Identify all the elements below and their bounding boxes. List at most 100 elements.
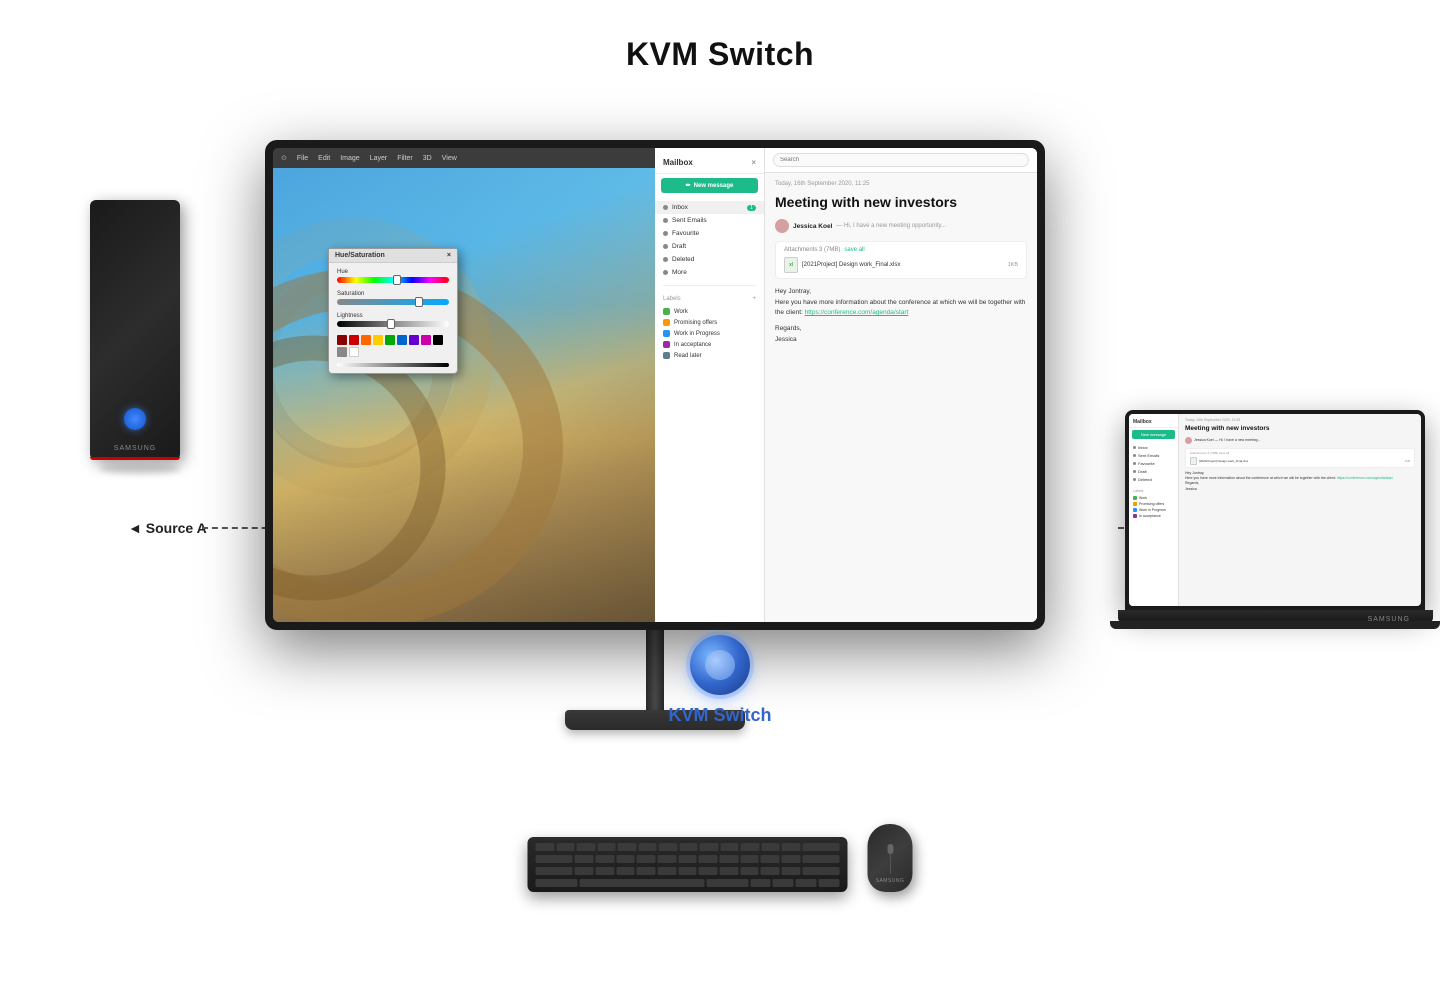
key[interactable] [796,879,817,887]
nav-draft[interactable]: Draft [655,240,764,253]
ps-menu-layer[interactable]: Layer [370,155,388,162]
saturation-thumb[interactable] [415,297,423,307]
ps-menu-file[interactable]: File [297,155,308,162]
laptop-label-acceptance[interactable]: In acceptance [1129,513,1178,519]
swatch-blue[interactable] [397,335,407,345]
kvm-switch-button[interactable] [690,635,750,695]
key[interactable] [720,867,739,875]
nav-inbox[interactable]: Inbox 1 [655,201,764,214]
conference-link[interactable]: https://conference.com/agenda/start [805,309,909,316]
key[interactable] [782,843,801,851]
key[interactable] [536,879,578,887]
laptop-new-message-button[interactable]: New message [1132,430,1175,439]
key[interactable] [740,855,759,863]
swatch-orange[interactable] [361,335,371,345]
lightness-thumb[interactable] [387,319,395,329]
hue-track[interactable] [337,277,449,283]
laptop-nav-favourite[interactable]: Favourite [1129,459,1178,467]
key[interactable] [700,843,719,851]
save-attachments-link[interactable]: save all [844,247,864,253]
key[interactable] [577,843,596,851]
new-message-button[interactable]: ✏ New message [661,178,758,193]
key[interactable] [782,855,801,863]
key[interactable] [536,855,573,863]
nav-favourite[interactable]: Favourite [655,227,764,240]
key[interactable] [536,867,573,875]
key[interactable] [618,843,637,851]
swatch-gray[interactable] [337,347,347,357]
key[interactable] [761,843,780,851]
key[interactable] [637,855,656,863]
key[interactable] [596,867,615,875]
key[interactable] [802,855,839,863]
key[interactable] [679,843,698,851]
pc-power-button[interactable] [124,408,146,430]
swatch-darkred[interactable] [337,335,347,345]
key[interactable] [802,843,839,851]
laptop-conference-link[interactable]: https://conference.com/agenda/start [1337,476,1393,480]
key[interactable] [596,855,615,863]
key[interactable] [597,843,616,851]
swatch-yellow[interactable] [373,335,383,345]
key[interactable] [773,879,794,887]
key[interactable] [720,855,739,863]
key[interactable] [575,867,594,875]
nav-more[interactable]: More [655,266,764,279]
key[interactable] [658,867,677,875]
key[interactable] [678,855,697,863]
lightness-track[interactable] [337,321,449,327]
mailbox-close-icon[interactable]: × [751,158,756,167]
hue-saturation-dialog[interactable]: Hue/Saturation × Hue [328,248,458,374]
label-acceptance[interactable]: In acceptance [655,339,764,350]
swatch-red[interactable] [349,335,359,345]
swatch-black[interactable] [433,335,443,345]
key[interactable] [536,843,555,851]
key[interactable] [616,867,635,875]
add-label-icon[interactable]: + [752,296,756,302]
key[interactable] [740,867,759,875]
key[interactable] [782,867,801,875]
hue-sat-close-icon[interactable]: × [447,252,451,259]
key[interactable] [706,879,748,887]
space-key[interactable] [579,879,704,887]
key[interactable] [556,843,575,851]
hue-thumb[interactable] [393,275,401,285]
ps-menu-edit[interactable]: Edit [318,155,330,162]
saturation-track[interactable] [337,299,449,305]
email-search-input[interactable] [773,153,1029,167]
key[interactable] [761,867,780,875]
key[interactable] [638,843,657,851]
key[interactable] [750,879,771,887]
ps-menu-view[interactable]: View [442,155,457,162]
key[interactable] [616,855,635,863]
ps-menu-image[interactable]: Image [340,155,359,162]
nav-deleted[interactable]: Deleted [655,253,764,266]
laptop-nav-draft[interactable]: Draft [1129,467,1178,475]
label-wip[interactable]: Work in Progress [655,328,764,339]
swatch-pink[interactable] [421,335,431,345]
key[interactable] [819,879,840,887]
key[interactable] [575,855,594,863]
laptop-nav-inbox[interactable]: Inbox [1129,443,1178,451]
mouse-scroll-wheel[interactable] [887,844,893,854]
laptop-nav-sent[interactable]: Sent Emails [1129,451,1178,459]
key[interactable] [637,867,656,875]
swatch-green[interactable] [385,335,395,345]
key[interactable] [761,855,780,863]
swatch-white[interactable] [349,347,359,357]
key[interactable] [741,843,760,851]
key[interactable] [699,855,718,863]
nav-sent[interactable]: Sent Emails [655,214,764,227]
laptop-nav-deleted[interactable]: Deleted [1129,475,1178,483]
key[interactable] [802,867,839,875]
ps-menu-3d[interactable]: 3D [423,155,432,162]
ps-menu-filter[interactable]: Filter [397,155,413,162]
label-read-later[interactable]: Read later [655,350,764,361]
key[interactable] [658,855,677,863]
swatch-purple[interactable] [409,335,419,345]
key[interactable] [678,867,697,875]
key[interactable] [720,843,739,851]
label-promising[interactable]: Promising offers [655,317,764,328]
label-work[interactable]: Work [655,306,764,317]
key[interactable] [659,843,678,851]
